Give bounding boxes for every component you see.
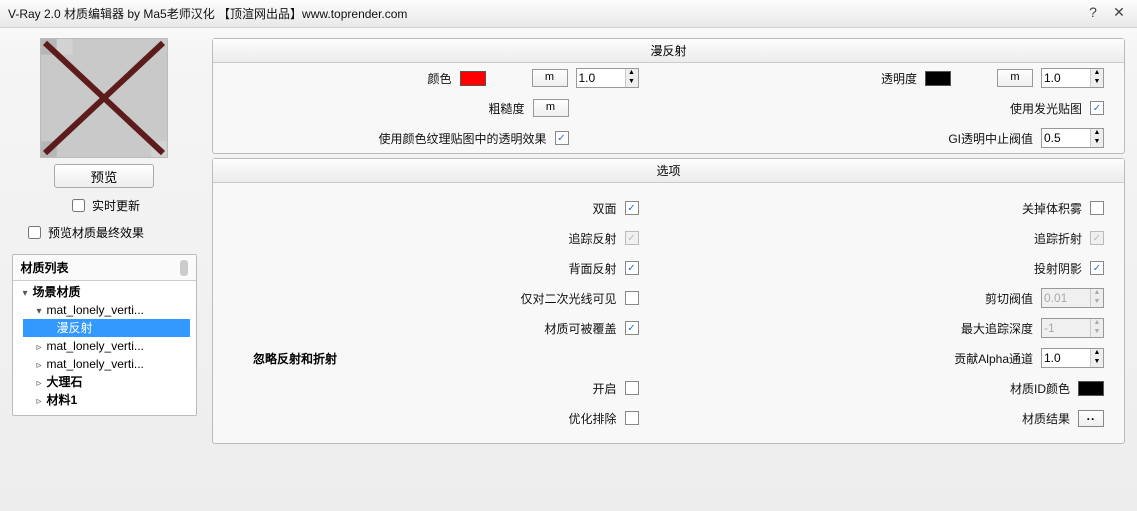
use-tex-alpha-label: 使用颜色纹理贴图中的透明效果	[378, 130, 546, 147]
cutoff-label: 剪切阀值	[985, 290, 1033, 307]
result-label: 材质结果	[1022, 410, 1070, 427]
titlebar: V-Ray 2.0 材质编辑器 by Ma5老师汉化 【顶渲网出品】www.to…	[0, 0, 1137, 28]
tree-item[interactable]: ▹mat_lonely_verti...	[23, 355, 190, 373]
roughness-label: 粗糙度	[488, 100, 524, 117]
cast-shadow-label: 投射阴影	[1034, 260, 1082, 277]
gi-threshold-label: GI透明中止阀值	[948, 130, 1033, 147]
diffuse-group: 漫反射 颜色 m ▲▼ 粗糙度 m	[212, 38, 1125, 154]
material-preview	[40, 38, 168, 158]
window-title: V-Ray 2.0 材质编辑器 by Ma5老师汉化 【顶渲网出品】www.to…	[8, 5, 1077, 22]
realtime-label: 实时更新	[92, 197, 140, 214]
overridable-label: 材质可被覆盖	[544, 320, 616, 337]
tree-root[interactable]: ▾场景材质	[23, 283, 190, 301]
close-icon[interactable]: ✕	[1109, 4, 1129, 24]
double-sided-label: 双面	[592, 200, 616, 217]
only-secondary-checkbox[interactable]	[625, 291, 639, 305]
tree-item[interactable]: ▹材料1	[23, 391, 190, 409]
only-secondary-label: 仅对二次光线可见	[520, 290, 616, 307]
id-color-label: 材质ID颜色	[1010, 380, 1070, 397]
max-depth-label: 最大追踪深度	[961, 320, 1033, 337]
back-reflect-checkbox[interactable]	[625, 261, 639, 275]
color-label: 颜色	[427, 70, 451, 87]
transparency-amount-spinner[interactable]: ▲▼	[1041, 68, 1104, 88]
trace-reflect-checkbox	[625, 231, 639, 245]
result-button[interactable]: ..	[1078, 410, 1104, 427]
back-reflect-label: 背面反射	[568, 260, 616, 277]
disable-fog-checkbox[interactable]	[1090, 201, 1104, 215]
final-checkbox[interactable]	[28, 226, 41, 239]
color-swatch[interactable]	[460, 71, 486, 86]
trace-refract-checkbox	[1090, 231, 1104, 245]
trace-refract-label: 追踪折射	[1034, 230, 1082, 247]
tree-item[interactable]: ▹大理石	[23, 373, 190, 391]
final-preview-row[interactable]: 预览材质最终效果	[24, 223, 184, 242]
use-tex-alpha-checkbox[interactable]	[555, 131, 569, 145]
tree-item-selected[interactable]: 漫反射	[23, 319, 190, 337]
ignore-subheader: 忽略反射和折射	[213, 343, 669, 373]
use-emit-checkbox[interactable]	[1090, 101, 1104, 115]
transparency-swatch[interactable]	[925, 71, 951, 86]
trace-reflect-label: 追踪反射	[568, 230, 616, 247]
tree-item[interactable]: ▹mat_lonely_verti...	[23, 337, 190, 355]
options-group: 选项 双面 追踪反射 背面反射 仅对二次光线可见 材质可被覆盖 忽略反射和折射 …	[212, 158, 1125, 444]
alpha-spinner[interactable]: ▲▼	[1041, 348, 1104, 368]
preview-button[interactable]: 预览	[54, 164, 154, 188]
ignore-optimize-label: 优化排除	[568, 410, 616, 427]
ignore-enable-label: 开启	[592, 380, 616, 397]
double-sided-checkbox[interactable]	[625, 201, 639, 215]
transparency-map-button[interactable]: m	[997, 69, 1033, 87]
material-tree: ▾场景材质 ▾mat_lonely_verti... 漫反射 ▹mat_lone…	[13, 281, 196, 415]
alpha-label: 贡献Alpha通道	[954, 350, 1033, 367]
material-list-header: 材质列表	[13, 255, 196, 281]
color-amount-spinner[interactable]: ▲▼	[576, 68, 639, 88]
right-column: 漫反射 颜色 m ▲▼ 粗糙度 m	[212, 38, 1125, 501]
help-icon[interactable]: ?	[1083, 4, 1103, 24]
use-emit-label: 使用发光贴图	[1010, 100, 1082, 117]
transparency-label: 透明度	[881, 70, 917, 87]
realtime-checkbox[interactable]	[72, 199, 85, 212]
max-depth-spinner: ▲▼	[1041, 318, 1104, 338]
id-color-swatch[interactable]	[1078, 381, 1104, 396]
options-header[interactable]: 选项	[213, 159, 1124, 183]
overridable-checkbox[interactable]	[625, 321, 639, 335]
material-list-panel: 材质列表 ▾场景材质 ▾mat_lonely_verti... 漫反射 ▹mat…	[12, 254, 197, 416]
roughness-map-button[interactable]: m	[533, 99, 569, 117]
diffuse-header[interactable]: 漫反射	[213, 39, 1124, 63]
gi-threshold-spinner[interactable]: ▲▼	[1041, 128, 1104, 148]
disable-fog-label: 关掉体积雾	[1022, 200, 1082, 217]
left-column: 预览 实时更新 预览材质最终效果 材质列表 ▾场景材质 ▾mat_lonely_…	[4, 38, 204, 501]
cast-shadow-checkbox[interactable]	[1090, 261, 1104, 275]
window: V-Ray 2.0 材质编辑器 by Ma5老师汉化 【顶渲网出品】www.to…	[0, 0, 1137, 511]
scrollbar[interactable]	[180, 260, 188, 276]
tree-item[interactable]: ▾mat_lonely_verti...	[23, 301, 190, 319]
final-label: 预览材质最终效果	[48, 224, 144, 241]
ignore-enable-checkbox[interactable]	[625, 381, 639, 395]
ignore-optimize-checkbox[interactable]	[625, 411, 639, 425]
realtime-update-row[interactable]: 实时更新	[24, 196, 184, 215]
cutoff-spinner: ▲▼	[1041, 288, 1104, 308]
color-map-button[interactable]: m	[532, 69, 568, 87]
